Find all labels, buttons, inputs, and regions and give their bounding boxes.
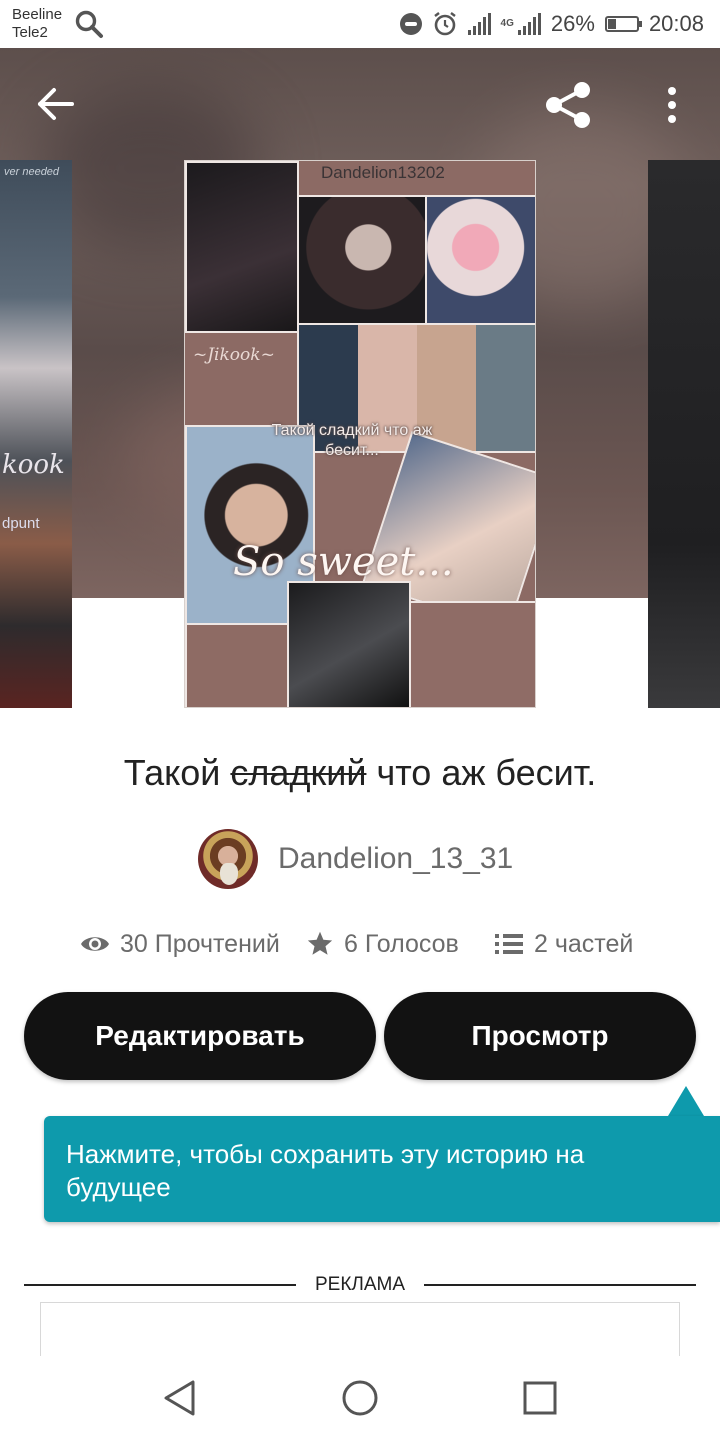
ad-divider-right — [424, 1284, 696, 1286]
side-cover-text-1: ver needed — [4, 166, 60, 178]
battery-icon — [604, 16, 642, 32]
alarm-icon — [433, 12, 456, 36]
system-nav-bar — [0, 1356, 720, 1440]
carrier-info: Beeline Tele2 — [12, 6, 62, 42]
signal-icon-2 — [517, 13, 541, 35]
nav-recents-icon[interactable] — [522, 1380, 558, 1416]
share-icon[interactable] — [542, 80, 594, 130]
title-end: что аж бесит. — [376, 752, 597, 793]
author-row[interactable]: Dandelion_13_31 — [198, 828, 513, 890]
carrier-2: Tele2 — [12, 24, 48, 41]
nav-back-icon[interactable] — [160, 1378, 200, 1418]
votes-stat: 6 Голосов — [306, 922, 459, 966]
eye-icon — [81, 937, 109, 951]
nav-home-icon[interactable] — [340, 1378, 380, 1418]
cover-photo-7 — [287, 581, 411, 707]
title-start: Такой — [123, 752, 221, 793]
view-button[interactable]: Просмотр — [384, 992, 696, 1080]
author-name[interactable]: Dandelion_13_31 — [278, 842, 513, 876]
cover-caption: Такой сладкий что аж бесит... — [271, 422, 433, 459]
star-icon — [307, 931, 333, 955]
ad-label: РЕКЛАМА — [314, 1274, 406, 1295]
next-story-cover[interactable] — [648, 160, 720, 708]
carrier-1: Beeline — [12, 6, 63, 23]
reads-stat: 30 Прочтений — [80, 922, 280, 966]
cover-photo-9 — [409, 601, 535, 707]
votes-count: 6 Голосов — [344, 929, 459, 958]
title-struck-word: сладкий — [230, 752, 367, 793]
status-icons: 4G 26% 20:08 — [399, 0, 704, 48]
edit-button[interactable]: Редактировать — [24, 992, 376, 1080]
status-bar: Beeline Tele2 4G 26% 20:08 — [0, 0, 720, 48]
save-story-tooltip[interactable]: Нажмите, чтобы сохранить эту историю на … — [44, 1116, 720, 1222]
ad-container[interactable] — [40, 1302, 680, 1362]
cover-watermark: Dandelion13202 — [321, 163, 445, 182]
cover-tag: ~Jikook~ — [193, 345, 275, 365]
ad-divider-left — [24, 1284, 296, 1286]
cover-photo-3 — [425, 195, 535, 325]
back-arrow-icon[interactable] — [34, 82, 78, 126]
clock: 20:08 — [648, 11, 704, 36]
side-cover-text-3: dpunt — [2, 515, 40, 532]
parts-stat: 2 частей — [494, 922, 633, 966]
list-icon — [495, 934, 523, 954]
tooltip-arrow — [668, 1086, 704, 1116]
cover-photo-1 — [185, 161, 299, 333]
story-stats: 30 Прочтений 6 Голосов 2 частей — [0, 922, 720, 966]
search-icon — [75, 10, 103, 38]
more-vertical-icon[interactable] — [656, 84, 688, 126]
previous-story-cover[interactable]: ver needed kook dpunt — [0, 160, 72, 708]
network-type-label: 4G — [500, 18, 514, 29]
cover-script-text: So sweet... — [233, 539, 454, 585]
side-cover-text-2: kook — [2, 450, 65, 480]
battery-percent: 26% — [550, 11, 595, 36]
avatar[interactable] — [198, 829, 258, 889]
reads-count: 30 Прочтений — [120, 929, 280, 958]
story-cover[interactable]: Dandelion13202 ~Jikook~ Такой сладкий чт… — [184, 160, 536, 708]
do-not-disturb-icon — [399, 13, 422, 35]
parts-count: 2 частей — [534, 929, 634, 958]
cover-photo-8 — [185, 623, 289, 707]
signal-icon — [467, 13, 491, 35]
cover-photo-2 — [297, 195, 427, 325]
story-title: Такой сладкий что аж бесит. — [0, 752, 720, 794]
